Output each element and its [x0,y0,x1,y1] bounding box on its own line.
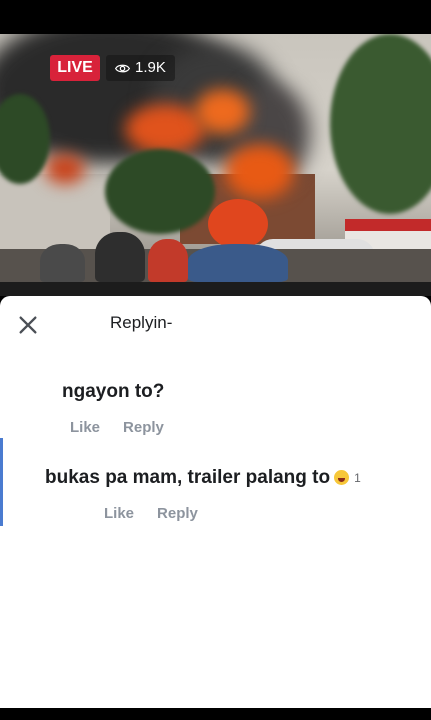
reaction-summary[interactable]: 1 [334,470,361,486]
live-video-player[interactable]: LIVE 1.9K [0,34,431,282]
comment-item: ngayon to? Like Reply [62,381,164,436]
bystander-3 [148,239,188,282]
reaction-count: 1 [354,470,361,485]
bottom-black-bar [0,708,431,720]
comment-text: bukas pa mam, trailer palang to 1 [45,467,361,489]
tree-center [105,149,215,234]
comment-actions: Like Reply [104,505,361,522]
like-button[interactable]: Like [104,505,134,522]
bystander-helmet [208,199,268,249]
comment-body: bukas pa mam, trailer palang to [45,467,331,488]
fire-flames-4 [45,154,85,184]
viewer-count: 1.9K [135,59,166,76]
reply-highlight-bar [0,438,3,526]
fire-flames [125,104,205,154]
fire-flames-3 [225,144,295,199]
live-badge: LIVE [50,55,100,81]
bystander [40,244,85,282]
fire-flames-2 [195,89,250,134]
sheet-title: Replyin- [110,313,173,332]
comment-item: bukas pa mam, trailer palang to 1 Like Re… [45,467,361,522]
bystander-2 [95,232,145,282]
video-bottom-bar [0,282,431,296]
close-icon[interactable] [17,314,39,336]
top-black-bar [0,0,431,34]
house-left [0,174,110,254]
reply-button[interactable]: Reply [157,505,198,522]
viewer-count-badge: 1.9K [106,55,175,81]
reply-sheet: Replyin- ngayon to? Like Reply bukas pa … [0,296,431,708]
comment-text: ngayon to? [62,381,165,402]
reply-button[interactable]: Reply [123,419,164,436]
bystander-helmet-body [188,244,288,282]
comment-actions: Like Reply [70,419,164,436]
eye-icon [115,64,130,72]
laughing-emoji-icon [334,470,350,486]
like-button[interactable]: Like [70,419,100,436]
